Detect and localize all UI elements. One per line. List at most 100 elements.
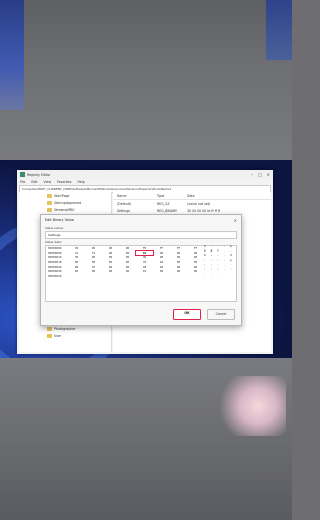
hex-byte[interactable]: 00 [119, 246, 136, 250]
hex-byte[interactable]: 00 [153, 251, 170, 255]
hex-byte[interactable]: 00 [102, 255, 119, 259]
tree-item-label: StreamsMRU [54, 207, 75, 212]
hex-byte[interactable]: 30 [136, 255, 153, 259]
edit-binary-value-dialog: Edit Binary Value ✕ Value name: Settings… [40, 214, 242, 326]
hex-editor[interactable]: 00000000 30 00 00 00 FE FF FF FF 0 . . . þ ÿ ÿ ÿ0… [45, 244, 237, 302]
hex-byte[interactable]: FF [187, 246, 204, 250]
tree-item[interactable]: StartPage [19, 192, 111, 199]
tree-item-label: Photographer [54, 326, 76, 331]
hex-byte[interactable]: FF [170, 246, 187, 250]
folder-icon [47, 333, 52, 338]
ok-button[interactable]: OK [173, 309, 201, 320]
value-name: (Default) [117, 201, 132, 206]
hex-byte[interactable]: 00 [119, 265, 136, 269]
hex-byte[interactable]: 00 [102, 246, 119, 250]
tree-item[interactable]: Photographer [19, 325, 111, 332]
hex-byte[interactable]: FE [136, 246, 153, 250]
hex-byte[interactable]: 01 [136, 269, 153, 273]
hex-byte[interactable]: 30 [68, 255, 85, 259]
hex-byte[interactable]: 00 [102, 269, 119, 273]
dialog-titlebar: Edit Binary Value ✕ [41, 215, 241, 225]
wallpaper-edge [266, 0, 292, 60]
value-name-field[interactable]: Settings [45, 231, 237, 239]
menu-favorites[interactable]: Favorites [57, 180, 71, 184]
menu-file[interactable]: File [20, 180, 25, 184]
hex-byte[interactable]: 00 [187, 260, 204, 264]
hex-bytes: 80 07 00 00 A8 04 00 00 [68, 265, 204, 269]
hex-byte[interactable]: 00 [85, 246, 102, 250]
maximize-icon[interactable]: □ [258, 172, 262, 177]
hex-byte[interactable]: 70 [136, 260, 153, 264]
folder-icon [47, 326, 52, 331]
hex-byte[interactable]: 07 [85, 265, 102, 269]
hex-byte[interactable]: 80 [68, 265, 85, 269]
list-row[interactable]: Settings REG_BINARY 30 00 00 00 fe ff ff… [113, 207, 271, 214]
hex-byte[interactable]: 30 [68, 246, 85, 250]
hex-address: 00000018 [48, 260, 62, 265]
column-data[interactable]: Data [187, 194, 271, 198]
hex-address: 00000008 [48, 250, 62, 255]
hex-byte[interactable]: 00 [85, 269, 102, 273]
value-data: 30 00 00 00 fe ff ff ff [187, 208, 220, 213]
hex-byte[interactable]: 60 [68, 269, 85, 273]
menu-help[interactable]: Help [78, 180, 85, 184]
hex-byte[interactable]: 00 [153, 255, 170, 259]
menu-view[interactable]: View [44, 180, 52, 184]
close-icon[interactable]: ✕ [234, 218, 237, 223]
hex-byte[interactable]: 04 [153, 260, 170, 264]
registry-app-icon [20, 172, 25, 177]
background-top [0, 0, 292, 160]
menu-edit[interactable]: Edit [31, 180, 37, 184]
tree-item-label: StartupApproved [54, 200, 82, 205]
background-glow [216, 376, 286, 436]
hex-bytes: 7A F4 00 00 01 00 00 00 [68, 249, 204, 256]
minimize-icon[interactable]: – [251, 172, 253, 177]
hex-address: 00000000 [48, 246, 62, 251]
list-row[interactable]: (Default) REG_SZ (value not set) [113, 200, 271, 207]
hex-byte[interactable]: 00 [170, 265, 187, 269]
column-type[interactable]: Type [157, 194, 187, 198]
hex-byte[interactable]: 00 [85, 260, 102, 264]
hex-byte[interactable]: 00 [187, 255, 204, 259]
hex-byte[interactable]: 00 [119, 269, 136, 273]
folder-icon [47, 200, 52, 205]
tree-item-selected[interactable]: StreamsMRU [19, 206, 111, 213]
hex-byte[interactable]: 00 [170, 251, 187, 255]
hex-row: 00000028 60 00 00 00 01 00 00 00 ` . . . . . . . [46, 267, 236, 275]
hex-address: 00000030 [48, 273, 62, 278]
hex-byte[interactable]: 00 [68, 260, 85, 264]
hex-byte[interactable]: 00 [187, 265, 204, 269]
hex-byte[interactable]: 00 [119, 255, 136, 259]
value-type: REG_SZ [157, 201, 170, 206]
cancel-button[interactable]: Cancel [207, 309, 235, 320]
folder-icon [47, 193, 52, 198]
hex-byte[interactable]: 00 [170, 260, 187, 264]
hex-byte-selected[interactable]: 01 [135, 249, 154, 256]
wallpaper-edge [0, 0, 24, 110]
close-icon[interactable]: ✕ [267, 172, 270, 177]
hex-byte[interactable]: 00 [102, 265, 119, 269]
value-data: (value not set) [187, 201, 211, 206]
hex-byte[interactable]: 00 [153, 269, 170, 273]
hex-byte[interactable]: FF [153, 246, 170, 250]
tree-item[interactable]: User [19, 332, 111, 339]
hex-byte[interactable]: 00 [170, 255, 187, 259]
hex-byte[interactable]: A8 [136, 265, 153, 269]
hex-bytes: 00 00 00 00 70 04 00 00 [68, 260, 204, 264]
hex-byte[interactable]: 00 [119, 260, 136, 264]
hex-byte[interactable]: 7A [68, 251, 85, 255]
hex-byte[interactable]: 00 [170, 269, 187, 273]
hex-byte[interactable]: 00 [85, 255, 102, 259]
hex-byte[interactable]: 00 [102, 251, 119, 255]
hex-byte[interactable]: 04 [153, 265, 170, 269]
hex-byte[interactable]: F4 [85, 251, 102, 255]
column-name[interactable]: Name [113, 194, 157, 198]
hex-byte[interactable]: 00 [187, 251, 204, 255]
hex-address: 00000010 [48, 255, 62, 260]
tree-item[interactable]: StartupApproved [19, 199, 111, 206]
hex-bytes: 60 00 00 00 01 00 00 00 [68, 269, 204, 273]
hex-byte[interactable]: 00 [187, 269, 204, 273]
hex-byte[interactable]: 00 [102, 260, 119, 264]
hex-bytes: 30 00 00 00 30 00 00 00 [68, 255, 204, 259]
hex-byte[interactable]: 00 [119, 251, 136, 255]
